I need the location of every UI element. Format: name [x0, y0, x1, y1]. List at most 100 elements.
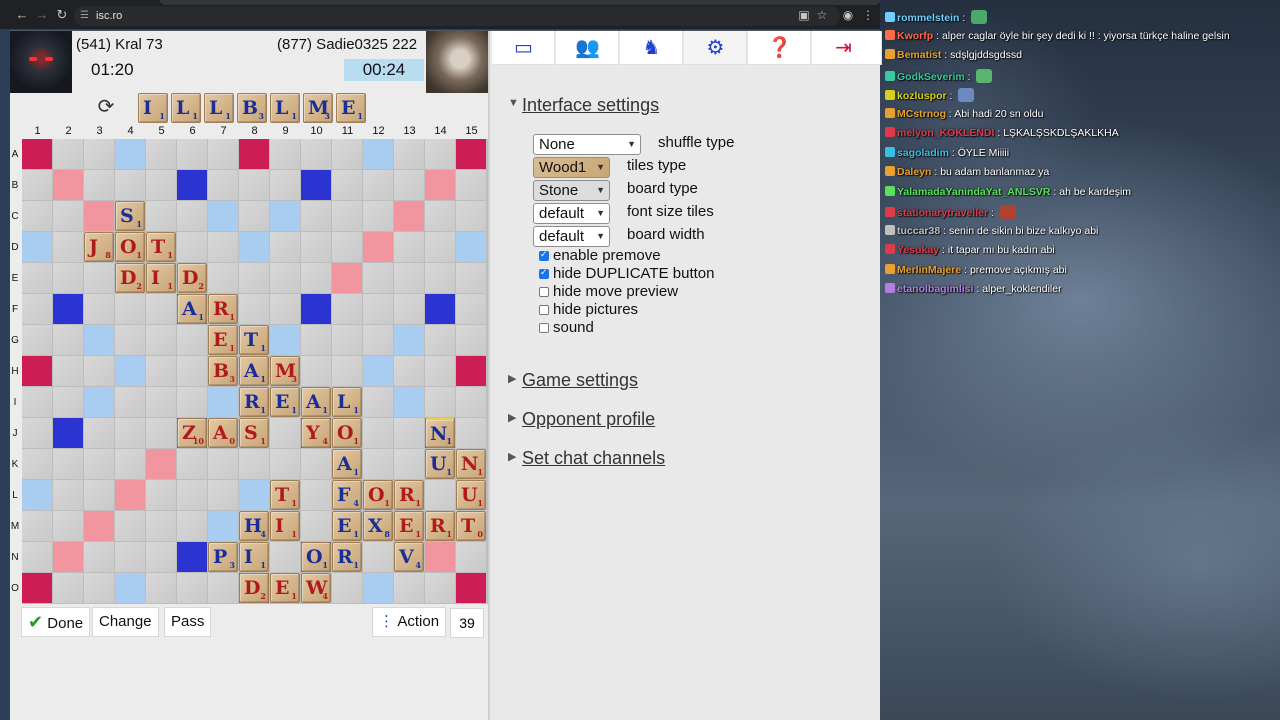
- double-letter-square[interactable]: [363, 573, 393, 603]
- board-square[interactable]: [115, 294, 145, 324]
- board-square[interactable]: [301, 511, 331, 541]
- board-square[interactable]: [177, 232, 207, 262]
- double-letter-square[interactable]: [456, 232, 486, 262]
- triple-word-square[interactable]: [22, 356, 52, 386]
- game-settings-toggle[interactable]: ▶ Game settings: [508, 370, 638, 391]
- profile-icon[interactable]: ◉: [840, 7, 856, 23]
- set-chat-channels-toggle[interactable]: ▶ Set chat channels: [508, 448, 665, 469]
- chat-username[interactable]: Daleyn: [897, 166, 931, 178]
- board-square[interactable]: [22, 511, 52, 541]
- board-square[interactable]: [270, 542, 300, 572]
- checkbox[interactable]: [539, 287, 549, 297]
- triple-word-square[interactable]: [22, 139, 52, 169]
- board-square[interactable]: [301, 201, 331, 231]
- board-square[interactable]: [425, 325, 455, 355]
- board-square[interactable]: [425, 232, 455, 262]
- triple-letter-square[interactable]: [53, 418, 83, 448]
- board-square[interactable]: [332, 573, 362, 603]
- board-type-select[interactable]: Stone ▼: [533, 180, 610, 201]
- double-word-square[interactable]: [53, 542, 83, 572]
- board-square[interactable]: [332, 356, 362, 386]
- board-square[interactable]: [425, 201, 455, 231]
- chat-username[interactable]: tuccar38: [897, 225, 940, 237]
- board-square[interactable]: [270, 449, 300, 479]
- chat-username[interactable]: kozluspor: [897, 90, 947, 102]
- board-square[interactable]: [84, 294, 114, 324]
- board-square[interactable]: [425, 573, 455, 603]
- board-square[interactable]: [208, 449, 238, 479]
- rack-tile[interactable]: I1: [138, 93, 168, 123]
- board-square[interactable]: [177, 139, 207, 169]
- done-button[interactable]: ✔ Done: [21, 607, 91, 637]
- checkbox[interactable]: [539, 305, 549, 315]
- board-square[interactable]: [53, 201, 83, 231]
- checkbox[interactable]: [539, 323, 549, 333]
- double-word-square[interactable]: [53, 170, 83, 200]
- tab-players[interactable]: 👥: [556, 31, 619, 65]
- board-square[interactable]: [301, 232, 331, 262]
- double-word-square[interactable]: [84, 201, 114, 231]
- triple-letter-square[interactable]: [53, 294, 83, 324]
- board-square[interactable]: [363, 294, 393, 324]
- board-square[interactable]: [363, 201, 393, 231]
- board-square[interactable]: [177, 573, 207, 603]
- board-square[interactable]: [53, 356, 83, 386]
- board-square[interactable]: [332, 325, 362, 355]
- board-square[interactable]: [84, 263, 114, 293]
- board-square[interactable]: [146, 201, 176, 231]
- double-word-square[interactable]: [363, 232, 393, 262]
- board-square[interactable]: [115, 170, 145, 200]
- board-square[interactable]: [22, 449, 52, 479]
- board-square[interactable]: [84, 170, 114, 200]
- board-square[interactable]: [146, 170, 176, 200]
- chat-username[interactable]: Bematist: [897, 49, 941, 61]
- board-width-select[interactable]: default ▼: [533, 226, 610, 247]
- board-square[interactable]: [363, 325, 393, 355]
- shuffle-rack-icon[interactable]: ⟳: [92, 93, 120, 121]
- tab-exit[interactable]: ⇥: [812, 31, 882, 65]
- board-square[interactable]: [84, 542, 114, 572]
- chat-username[interactable]: Kworfp: [897, 30, 933, 42]
- board-square[interactable]: [84, 573, 114, 603]
- board-square[interactable]: [456, 387, 486, 417]
- board-square[interactable]: [456, 170, 486, 200]
- board-square[interactable]: [394, 573, 424, 603]
- double-letter-square[interactable]: [239, 480, 269, 510]
- double-word-square[interactable]: [425, 542, 455, 572]
- board-square[interactable]: [394, 449, 424, 479]
- chat-username[interactable]: stationarytraveller: [897, 207, 988, 219]
- board-square[interactable]: [332, 201, 362, 231]
- chat-username[interactable]: melyon_KOKLENDI: [897, 127, 994, 139]
- rack-tile[interactable]: E1: [336, 93, 366, 123]
- triple-word-square[interactable]: [22, 573, 52, 603]
- change-button[interactable]: Change: [92, 607, 159, 637]
- forward-icon[interactable]: →: [34, 7, 50, 23]
- double-letter-square[interactable]: [208, 511, 238, 541]
- double-letter-square[interactable]: [22, 232, 52, 262]
- board-square[interactable]: [22, 418, 52, 448]
- board-square[interactable]: [456, 294, 486, 324]
- double-letter-square[interactable]: [84, 387, 114, 417]
- triple-letter-square[interactable]: [301, 294, 331, 324]
- board-square[interactable]: [270, 263, 300, 293]
- double-word-square[interactable]: [425, 170, 455, 200]
- board-square[interactable]: [146, 356, 176, 386]
- board-square[interactable]: [363, 449, 393, 479]
- board-square[interactable]: [239, 294, 269, 324]
- board-square[interactable]: [115, 449, 145, 479]
- tab-window[interactable]: ▭: [492, 31, 555, 65]
- board-square[interactable]: [53, 480, 83, 510]
- board-square[interactable]: [363, 418, 393, 448]
- board-square[interactable]: [177, 387, 207, 417]
- double-letter-square[interactable]: [22, 480, 52, 510]
- double-letter-square[interactable]: [270, 201, 300, 231]
- chat-username[interactable]: sagoladim: [897, 147, 949, 159]
- menu-dots-icon[interactable]: ⋮: [860, 7, 876, 23]
- board-square[interactable]: [53, 449, 83, 479]
- board-square[interactable]: [84, 356, 114, 386]
- triple-word-square[interactable]: [456, 356, 486, 386]
- reload-icon[interactable]: ↻: [54, 7, 70, 23]
- triple-letter-square[interactable]: [177, 542, 207, 572]
- board-square[interactable]: [115, 418, 145, 448]
- board-square[interactable]: [332, 294, 362, 324]
